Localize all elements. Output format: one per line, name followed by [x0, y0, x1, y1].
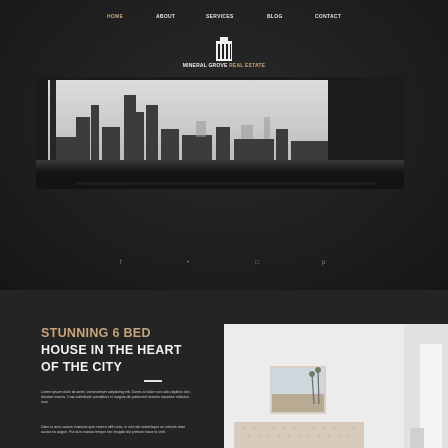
hero-section: HOME ABOUT SERVICES BLOG CONTACT MINERAL… [0, 0, 448, 290]
interior-bedroom-photo [224, 324, 448, 448]
nav-services[interactable]: SERVICES [206, 14, 234, 20]
facebook-icon[interactable]: f [120, 260, 122, 266]
feature-paragraph-2: Diam in arcu cursus euismod quis viverra… [41, 425, 186, 434]
main-nav: HOME ABOUT SERVICES BLOG CONTACT [0, 14, 448, 26]
social-links: f • □ p [0, 260, 448, 270]
feature-title-line-1: STUNNING 6 BED [41, 326, 151, 340]
brand-name[interactable]: MINERAL GROVE REAL ESTATE [0, 63, 448, 69]
twitter-icon[interactable]: • [187, 260, 189, 266]
feature-title: STUNNING 6 BED HOUSE IN THE HEART OF THE… [41, 325, 211, 376]
feature-paragraph-1: Lorem ipsum dolor sit amet, consectetuer… [41, 390, 191, 404]
nav-blog[interactable]: BLOG [267, 14, 283, 20]
brand-name-accent: REAL ESTATE [229, 63, 266, 69]
brand-name-main: MINERAL GROVE [182, 63, 228, 69]
title-divider [144, 380, 162, 382]
pinterest-icon[interactable]: p [322, 260, 325, 266]
feature-title-line-3: OF THE CITY [41, 360, 123, 374]
city-skyline-window-image [36, 77, 404, 189]
nav-about[interactable]: ABOUT [156, 14, 175, 20]
nav-contact[interactable]: CONTACT [315, 14, 341, 20]
instagram-icon[interactable]: □ [255, 260, 259, 266]
building-logo-icon[interactable] [214, 37, 234, 61]
feature-title-line-2: HOUSE IN THE HEART [41, 343, 182, 357]
nav-home[interactable]: HOME [107, 14, 123, 20]
